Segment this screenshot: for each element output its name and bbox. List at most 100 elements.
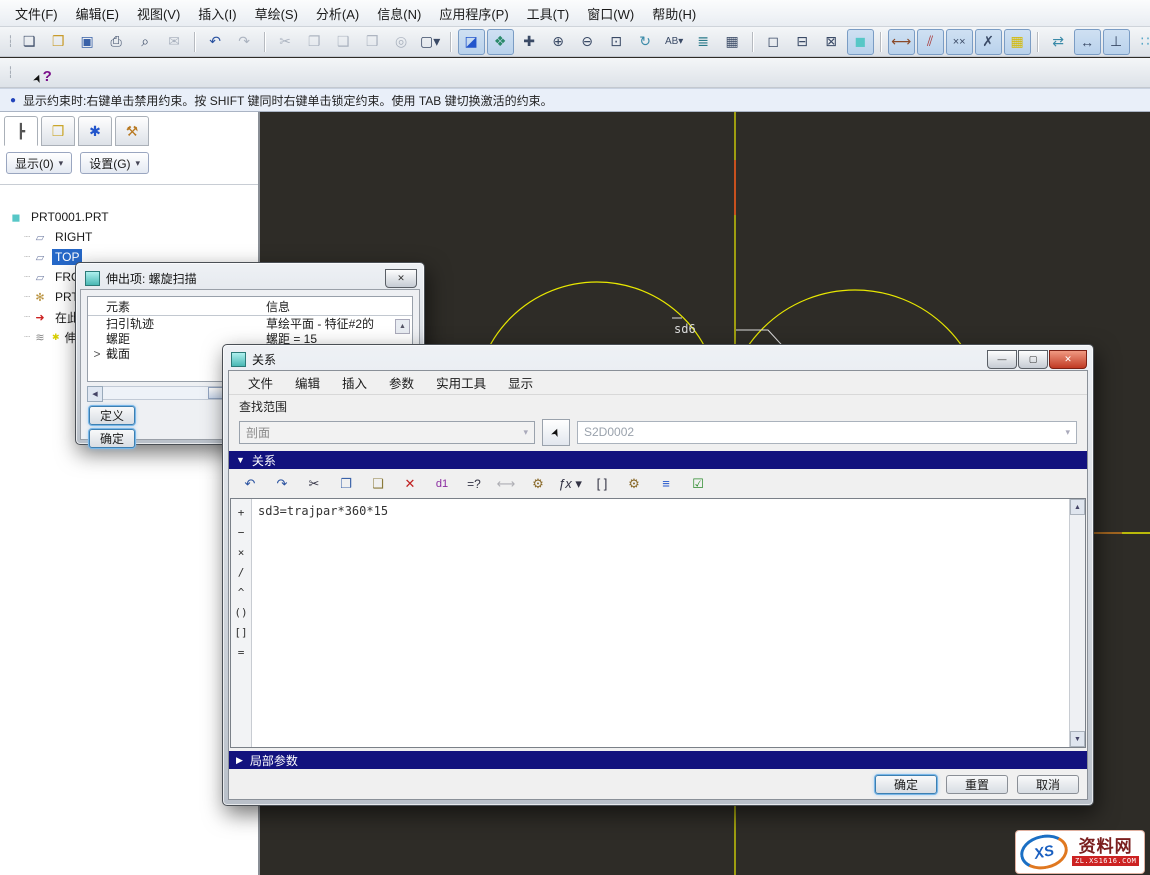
copy-button[interactable]: ❐ [301,29,328,55]
editor-vscrollbar[interactable]: ▲ ▼ [1069,499,1085,747]
shaded-display-button[interactable]: ◼ [847,29,874,55]
select-item-button[interactable]: ➤ [542,419,570,446]
operator-brackets[interactable]: [] [234,622,247,642]
evaluate-button[interactable]: =? [459,471,489,496]
spin-center-button[interactable]: ✚ [516,29,543,55]
paste-button[interactable]: ❑ [330,29,357,55]
model-tree-tab[interactable]: ┣ [4,116,38,146]
menu-insert[interactable]: 插入(I) [189,1,245,26]
zoom-out-button[interactable]: ⊖ [574,29,601,55]
operator-divide[interactable]: / [238,562,245,582]
relations-dialog-titlebar[interactable]: 关系 — ▢ ✕ [223,345,1093,371]
operator-equals[interactable]: = [238,642,245,662]
reset-button[interactable]: 重置 [946,775,1008,794]
verify-relations-button[interactable]: ☑ [683,471,713,496]
copy-button[interactable]: ❐ [331,471,361,496]
vertex-display-button[interactable]: ×× [946,29,973,55]
layers-button[interactable]: ≣ [690,29,717,55]
brackets-button[interactable]: [ ] [587,471,617,496]
zoom-in-button[interactable]: ⊕ [545,29,572,55]
element-row-trajectory[interactable]: 扫引轨迹 草绘平面 - 特征#2的 [88,316,412,331]
context-help-button[interactable]: ➤ ? [25,60,61,86]
axes-display-button[interactable]: ✗ [975,29,1002,55]
unit-quantity-button[interactable]: ⚙ [523,471,553,496]
relations-menu-insert[interactable]: 插入 [331,371,378,394]
reorient-view-button[interactable]: ↻ [632,29,659,55]
cancel-button[interactable]: 取消 [1017,775,1079,794]
menu-info[interactable]: 信息(N) [368,1,430,26]
feature-dialog-close-button[interactable]: ✕ [385,269,417,288]
datum-display-button[interactable]: ❖ [487,29,514,55]
mail-button[interactable]: ✉ [161,29,188,55]
paste-button[interactable]: ❑ [363,471,393,496]
connections-tab[interactable]: ⚒ [115,116,149,146]
relation-text-area[interactable]: sd3=trajpar*360*15 [252,499,1069,747]
menu-file[interactable]: 文件(F) [6,1,67,26]
close-button[interactable]: ✕ [1049,350,1087,369]
scroll-up-button[interactable]: ▲ [1070,499,1085,515]
minimize-button[interactable]: — [987,350,1017,369]
measure-button[interactable]: ⟷ [491,471,521,496]
grid-snap-button[interactable]: ∷ [1132,29,1150,55]
dimension-label-sd6[interactable]: sd6 [674,322,696,336]
constraint-display-button[interactable]: ⫽ [917,29,944,55]
dimension-display-button[interactable]: ⟷ [888,29,915,55]
favorites-tab[interactable]: ✱ [78,116,112,146]
menu-analysis[interactable]: 分析(A) [307,1,368,26]
relations-menu-parameters[interactable]: 参数 [378,371,425,394]
feature-ok-button[interactable]: 确定 [89,429,135,448]
operator-power[interactable]: ^ [238,582,245,602]
new-file-button[interactable]: ❏ [16,29,43,55]
unit-conversion-button[interactable]: ⚙ [619,471,649,496]
tree-show-button[interactable]: 显示(0) ▾ [6,152,72,174]
switch-dimensions-button[interactable]: d1 [427,471,457,496]
zoom-fit-button[interactable]: ⊡ [603,29,630,55]
wireframe-display-button[interactable]: ◻ [760,29,787,55]
redo-button[interactable]: ↷ [231,29,258,55]
undo-button[interactable]: ↶ [235,471,265,496]
save-button[interactable]: ▣ [74,29,101,55]
maximize-button[interactable]: ▢ [1018,350,1048,369]
scroll-down-button[interactable]: ▼ [1070,731,1085,747]
folder-browser-tab[interactable]: ❒ [41,116,75,146]
feature-dialog-titlebar[interactable]: 伸出项: 螺旋扫描 ✕ [77,264,423,290]
define-button[interactable]: 定义 [89,406,135,425]
operator-minus[interactable]: − [238,522,245,542]
scope-combobox[interactable]: 剖面 ▾ [239,421,535,444]
find-button[interactable]: ◎ [388,29,415,55]
relations-menu-edit[interactable]: 编辑 [284,371,331,394]
hidden-line-display-button[interactable]: ⊟ [789,29,816,55]
open-button[interactable]: ❒ [45,29,72,55]
relations-menu-show[interactable]: 显示 [497,371,544,394]
document-search-button[interactable]: ⌕ [132,29,159,55]
local-parameters-section-header[interactable]: ▶ 局部参数 [229,751,1087,769]
grid-display-button[interactable]: ▦ [1004,29,1031,55]
menu-help[interactable]: 帮助(H) [643,1,705,26]
object-combobox[interactable]: S2D0002 ▾ [577,421,1077,444]
paste-special-button[interactable]: ❒ [359,29,386,55]
ok-button[interactable]: 确定 [875,775,937,794]
redo-button[interactable]: ↷ [267,471,297,496]
view-manager-button[interactable]: ▦ [719,29,746,55]
no-hidden-display-button[interactable]: ⊠ [818,29,845,55]
print-button[interactable]: ⎙ [103,29,130,55]
cut-button[interactable]: ✂ [272,29,299,55]
relations-menu-file[interactable]: 文件 [237,371,284,394]
sort-relations-button[interactable]: ≡ [651,471,681,496]
menu-edit[interactable]: 编辑(E) [67,1,128,26]
operator-parens[interactable]: () [234,602,247,622]
operator-plus[interactable]: + [238,502,245,522]
perpendicular-display-button[interactable]: ⊥ [1103,29,1130,55]
menu-tools[interactable]: 工具(T) [518,1,579,26]
operator-multiply[interactable]: × [238,542,245,562]
sketch-view-button[interactable]: ◪ [458,29,485,55]
vscroll-track[interactable] [1070,515,1085,731]
annotations-button[interactable]: AB▾ [661,29,688,55]
menu-window[interactable]: 窗口(W) [578,1,643,26]
scroll-left-button[interactable]: ◀ [87,386,103,402]
undo-button[interactable]: ↶ [202,29,229,55]
dimension-h-display-button[interactable]: ↔ [1074,29,1101,55]
info-scroll-up-button[interactable]: ▲ [395,319,410,334]
selection-box-button[interactable]: ▢▾ [417,29,444,55]
functions-button[interactable]: ƒx ▾ [555,471,585,496]
